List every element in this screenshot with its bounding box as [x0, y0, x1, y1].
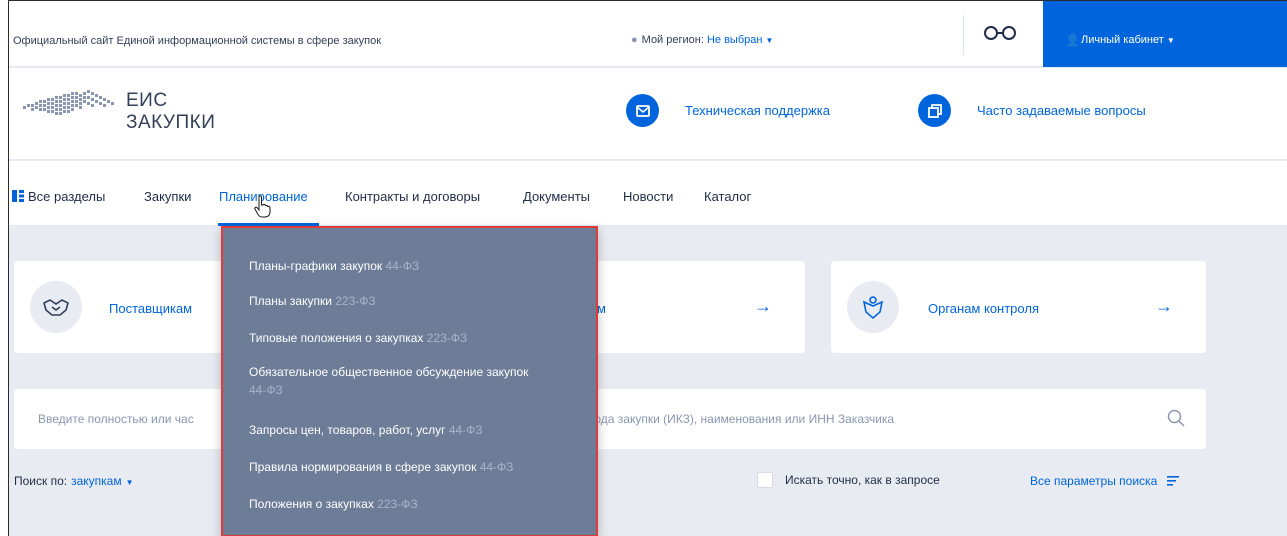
cabinet-label: Личный кабинет [1081, 34, 1164, 46]
support-label: Техническая поддержка [685, 103, 830, 118]
nav-news[interactable]: Новости [623, 189, 673, 204]
dropdown-item-label: Правила нормирования в сфере закупок [249, 460, 477, 474]
search-placeholder-left: Введите полностью или час [38, 412, 194, 426]
dropdown-item[interactable]: Типовые положения о закупках 223-ФЗ [249, 329, 569, 347]
arrow-right-icon: → [754, 296, 772, 316]
control-bodies-label: Органам контроля [928, 301, 1039, 316]
suppliers-label: Поставщикам [109, 301, 193, 316]
nav-documents[interactable]: Документы [523, 189, 590, 204]
dropdown-item[interactable]: Обязательное общественное обсуждение зак… [249, 363, 549, 399]
user-icon: 👤 [1065, 33, 1080, 47]
law-tag: 44-ФЗ [479, 460, 514, 474]
dropdown-item-label: Планы закупки [249, 294, 332, 308]
chevron-down-icon: ▼ [125, 478, 134, 487]
suppliers-card[interactable]: Поставщикам [14, 261, 234, 353]
nav-all-sections-label: Все разделы [28, 189, 106, 204]
nav-all-sections[interactable]: Все разделы [12, 189, 105, 204]
law-tag: 44-ФЗ [249, 383, 283, 397]
planning-dropdown-menu: Планы-графики закупок 44-ФЗ Планы закупк… [221, 226, 598, 536]
law-tag: 44-ФЗ [448, 423, 483, 437]
support-link[interactable]: Техническая поддержка [626, 94, 830, 127]
search-by[interactable]: Поиск по: закупкам ▼ [14, 474, 134, 488]
nav-catalog[interactable]: Каталог [704, 189, 751, 204]
search-placeholder-right: кода закупки (ИКЗ), наименования или ИНН… [589, 412, 895, 426]
location-pin-icon: ● [631, 34, 638, 46]
emblem-icon [847, 281, 899, 333]
chevron-down-icon: ▼ [765, 36, 774, 45]
personal-cabinet-button[interactable]: 👤 Личный кабинет ▼ [1043, 1, 1287, 67]
region-selector[interactable]: ● Мой регион: Не выбран ▼ [631, 34, 773, 46]
logo-line1: ЕИС [126, 90, 168, 111]
dropdown-item[interactable]: Планы закупки 223-ФЗ [249, 292, 569, 310]
control-bodies-card[interactable]: Органам контроля → [831, 261, 1206, 353]
dropdown-item[interactable]: Положения о закупках 223-ФЗ [249, 495, 569, 513]
all-search-params-link[interactable]: Все параметры поиска [1030, 474, 1179, 488]
search-by-value: закупкам [71, 474, 122, 488]
all-params-label: Все параметры поиска [1030, 474, 1158, 488]
glasses-icon[interactable] [982, 23, 1018, 43]
region-value: Не выбран [706, 34, 763, 46]
filter-lines-icon [1166, 476, 1179, 486]
exact-search-label: Искать точно, как в запросе [785, 473, 940, 487]
law-tag: 44-ФЗ [385, 259, 420, 273]
nav-contracts[interactable]: Контракты и договоры [345, 189, 480, 204]
browser-frame: Официальный сайт Единой информационной с… [8, 0, 1287, 536]
divider [963, 15, 964, 55]
chevron-down-icon: ▼ [1166, 36, 1175, 45]
dropdown-item-label: Положения о закупках [249, 497, 374, 511]
handshake-icon [30, 281, 82, 333]
nav-purchases[interactable]: Закупки [144, 189, 191, 204]
dropdown-item[interactable]: Планы-графики закупок 44-ФЗ [249, 257, 569, 275]
top-bar: Официальный сайт Единой информационной с… [9, 1, 1287, 67]
search-icon[interactable] [1167, 409, 1185, 427]
middle-card-label-fragment: м [597, 301, 606, 316]
site-header: ЕИС ЗАКУПКИ Техническая поддержка Часто … [9, 68, 1287, 160]
checkbox[interactable] [757, 472, 773, 488]
dropdown-item-label: Типовые положения о закупках [249, 331, 424, 345]
mail-icon [626, 94, 659, 127]
region-label: Мой регион: [641, 34, 704, 46]
logo-text[interactable]: ЕИС ЗАКУПКИ [126, 90, 215, 134]
copy-windows-icon [918, 94, 951, 127]
law-tag: 223-ФЗ [377, 497, 418, 511]
faq-label: Часто задаваемые вопросы [977, 103, 1146, 118]
dropdown-item-label: Планы-графики закупок [249, 259, 383, 273]
faq-link[interactable]: Часто задаваемые вопросы [918, 94, 1146, 127]
arrow-right-icon: → [1155, 296, 1173, 316]
search-box[interactable]: Введите полностью или час кода закупки (… [14, 389, 1206, 449]
main-nav: Все разделы Закупки Планирование Контрак… [9, 161, 1287, 226]
dropdown-item[interactable]: Правила нормирования в сфере закупок 44-… [249, 458, 569, 476]
sections-icon [12, 190, 24, 202]
search-by-label: Поиск по: [14, 474, 68, 488]
dropdown-item-label: Запросы цен, товаров, работ, услуг [249, 423, 446, 437]
dropdown-item[interactable]: Запросы цен, товаров, работ, услуг 44-ФЗ [249, 421, 569, 439]
site-title: Официальный сайт Единой информационной с… [13, 35, 382, 47]
law-tag: 223-ФЗ [426, 331, 468, 345]
logo-line2: ЗАКУПКИ [126, 112, 216, 133]
hand-cursor-icon [254, 195, 271, 218]
dropdown-item-label: Обязательное общественное обсуждение зак… [249, 365, 529, 379]
law-tag: 223-ФЗ [335, 294, 376, 308]
russia-map-logo-icon[interactable] [21, 88, 129, 120]
exact-search-checkbox[interactable]: Искать точно, как в запросе [757, 472, 940, 488]
